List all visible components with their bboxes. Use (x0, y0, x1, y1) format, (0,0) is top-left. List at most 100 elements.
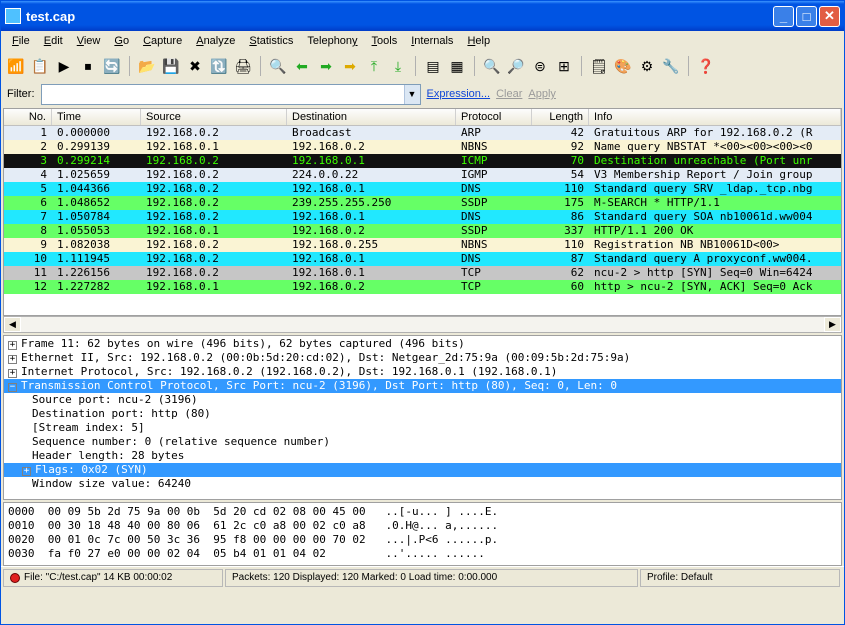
col-time[interactable]: Time (52, 109, 141, 125)
help-icon[interactable]: ❓ (695, 55, 717, 77)
detail-window[interactable]: Window size value: 64240 (4, 477, 841, 491)
detail-ethernet[interactable]: +Ethernet II, Src: 192.168.0.2 (00:0b:5d… (4, 351, 841, 365)
packet-row[interactable]: 81.055053192.168.0.1192.168.0.2SSDP337HT… (4, 224, 841, 238)
titlebar[interactable]: test.cap _ □ ✕ (1, 1, 844, 31)
options-icon[interactable]: 📋 (29, 55, 51, 77)
packet-row[interactable]: 61.048652192.168.0.2239.255.255.250SSDP1… (4, 196, 841, 210)
filter-input[interactable] (42, 85, 404, 104)
menu-view[interactable]: View (70, 33, 108, 50)
interfaces-icon[interactable]: 📶 (5, 55, 27, 77)
restart-icon[interactable]: 🔄 (101, 55, 123, 77)
menu-help[interactable]: Help (460, 33, 497, 50)
menu-internals[interactable]: Internals (404, 33, 460, 50)
detail-stream[interactable]: [Stream index: 5] (4, 421, 841, 435)
zoom-out-icon[interactable]: 🔎 (505, 55, 527, 77)
colorize-icon[interactable]: ▤ (422, 55, 444, 77)
col-length[interactable]: Length (532, 109, 589, 125)
zoom-reset-icon[interactable]: ⊜ (529, 55, 551, 77)
close-file-icon[interactable]: ✖ (184, 55, 206, 77)
reload-icon[interactable]: 🔃 (208, 55, 230, 77)
expand-icon[interactable]: + (8, 355, 17, 364)
hex-pane[interactable]: 0000 00 09 5b 2d 75 9a 00 0b 5d 20 cd 02… (3, 502, 842, 566)
statusbar: File: "C:/test.cap" 14 KB 00:00:02 Packe… (1, 566, 844, 588)
hscroll[interactable]: ◀ ▶ (3, 316, 842, 333)
window-title: test.cap (26, 9, 771, 24)
menu-analyze[interactable]: Analyze (189, 33, 242, 50)
status-profile[interactable]: Profile: Default (640, 569, 840, 587)
settings-icon[interactable]: 🔧 (660, 55, 682, 77)
packet-row[interactable]: 91.082038192.168.0.2192.168.0.255NBNS110… (4, 238, 841, 252)
packet-row[interactable]: 41.025659192.168.0.2224.0.0.22IGMP54V3 M… (4, 168, 841, 182)
menu-telephony[interactable]: Telephony (300, 33, 364, 50)
minimize-button[interactable]: _ (773, 6, 794, 27)
find-icon[interactable]: 🔍 (267, 55, 289, 77)
detail-flags[interactable]: +Flags: 0x02 (SYN) (4, 463, 841, 477)
goto-icon[interactable]: ➡ (339, 55, 361, 77)
menu-statistics[interactable]: Statistics (242, 33, 300, 50)
status-file: File: "C:/test.cap" 14 KB 00:00:02 (3, 569, 223, 587)
menu-go[interactable]: Go (107, 33, 136, 50)
prefs-icon[interactable]: ⚙ (636, 55, 658, 77)
expand-icon[interactable]: + (8, 369, 17, 378)
packet-list[interactable]: No. Time Source Destination Protocol Len… (3, 108, 842, 316)
col-source[interactable]: Source (141, 109, 287, 125)
col-destination[interactable]: Destination (287, 109, 456, 125)
forward-icon[interactable]: ➡ (315, 55, 337, 77)
detail-hdrlen[interactable]: Header length: 28 bytes (4, 449, 841, 463)
first-icon[interactable]: ⤒ (363, 55, 385, 77)
toolbar: 📶 📋 ▶ ⏹ 🔄 📂 💾 ✖ 🔃 🖨 🔍 ⬅ ➡ ➡ ⤒ ⤓ ▤ ▦ 🔍 🔎 … (1, 52, 844, 80)
last-icon[interactable]: ⤓ (387, 55, 409, 77)
back-icon[interactable]: ⬅ (291, 55, 313, 77)
menu-edit[interactable]: Edit (37, 33, 70, 50)
detail-srcport[interactable]: Source port: ncu-2 (3196) (4, 393, 841, 407)
save-icon[interactable]: 💾 (160, 55, 182, 77)
packet-row[interactable]: 111.226156192.168.0.2192.168.0.1TCP62ncu… (4, 266, 841, 280)
detail-ip[interactable]: +Internet Protocol, Src: 192.168.0.2 (19… (4, 365, 841, 379)
close-button[interactable]: ✕ (819, 6, 840, 27)
autoscroll-icon[interactable]: ▦ (446, 55, 468, 77)
menu-capture[interactable]: Capture (136, 33, 189, 50)
col-no[interactable]: No. (4, 109, 52, 125)
packet-row[interactable]: 10.000000192.168.0.2BroadcastARP42Gratui… (4, 126, 841, 140)
filters-icon[interactable]: 🗒 (588, 55, 610, 77)
apply-link[interactable]: Apply (528, 88, 556, 100)
filter-label: Filter: (7, 88, 35, 100)
clear-link[interactable]: Clear (496, 88, 522, 100)
print-icon[interactable]: 🖨 (232, 55, 254, 77)
packet-details[interactable]: +Frame 11: 62 bytes on wire (496 bits), … (3, 335, 842, 500)
maximize-button[interactable]: □ (796, 6, 817, 27)
detail-dstport[interactable]: Destination port: http (80) (4, 407, 841, 421)
packet-row[interactable]: 51.044366192.168.0.2192.168.0.1DNS110Sta… (4, 182, 841, 196)
collapse-icon[interactable]: − (8, 383, 17, 392)
open-icon[interactable]: 📂 (136, 55, 158, 77)
filter-combo[interactable]: ▼ (41, 84, 421, 105)
scroll-left-icon[interactable]: ◀ (4, 317, 21, 332)
zoom-in-icon[interactable]: 🔍 (481, 55, 503, 77)
expand-icon[interactable]: + (22, 467, 31, 476)
expression-link[interactable]: Expression... (427, 88, 491, 100)
color-rules-icon[interactable]: 🎨 (612, 55, 634, 77)
packet-row[interactable]: 30.299214192.168.0.2192.168.0.1ICMP70Des… (4, 154, 841, 168)
menu-file[interactable]: File (5, 33, 37, 50)
detail-frame[interactable]: +Frame 11: 62 bytes on wire (496 bits), … (4, 337, 841, 351)
filter-dropdown-icon[interactable]: ▼ (404, 85, 420, 104)
status-packets: Packets: 120 Displayed: 120 Marked: 0 Lo… (225, 569, 638, 587)
packet-row[interactable]: 121.227282192.168.0.1192.168.0.2TCP60htt… (4, 280, 841, 294)
menu-tools[interactable]: Tools (365, 33, 405, 50)
scroll-right-icon[interactable]: ▶ (824, 317, 841, 332)
stop-capture-icon[interactable]: ⏹ (77, 55, 99, 77)
col-protocol[interactable]: Protocol (456, 109, 532, 125)
expand-icon[interactable]: + (8, 341, 17, 350)
packet-row[interactable]: 101.111945192.168.0.2192.168.0.1DNS87Sta… (4, 252, 841, 266)
detail-tcp[interactable]: −Transmission Control Protocol, Src Port… (4, 379, 841, 393)
scroll-track[interactable] (21, 317, 824, 332)
packet-header: No. Time Source Destination Protocol Len… (4, 109, 841, 126)
col-info[interactable]: Info (589, 109, 841, 125)
resize-cols-icon[interactable]: ⊞ (553, 55, 575, 77)
app-window: test.cap _ □ ✕ File Edit View Go Capture… (0, 0, 845, 625)
filterbar: Filter: ▼ Expression... Clear Apply (1, 80, 844, 108)
packet-row[interactable]: 20.299139192.168.0.1192.168.0.2NBNS92Nam… (4, 140, 841, 154)
detail-seq[interactable]: Sequence number: 0 (relative sequence nu… (4, 435, 841, 449)
start-capture-icon[interactable]: ▶ (53, 55, 75, 77)
packet-row[interactable]: 71.050784192.168.0.2192.168.0.1DNS86Stan… (4, 210, 841, 224)
